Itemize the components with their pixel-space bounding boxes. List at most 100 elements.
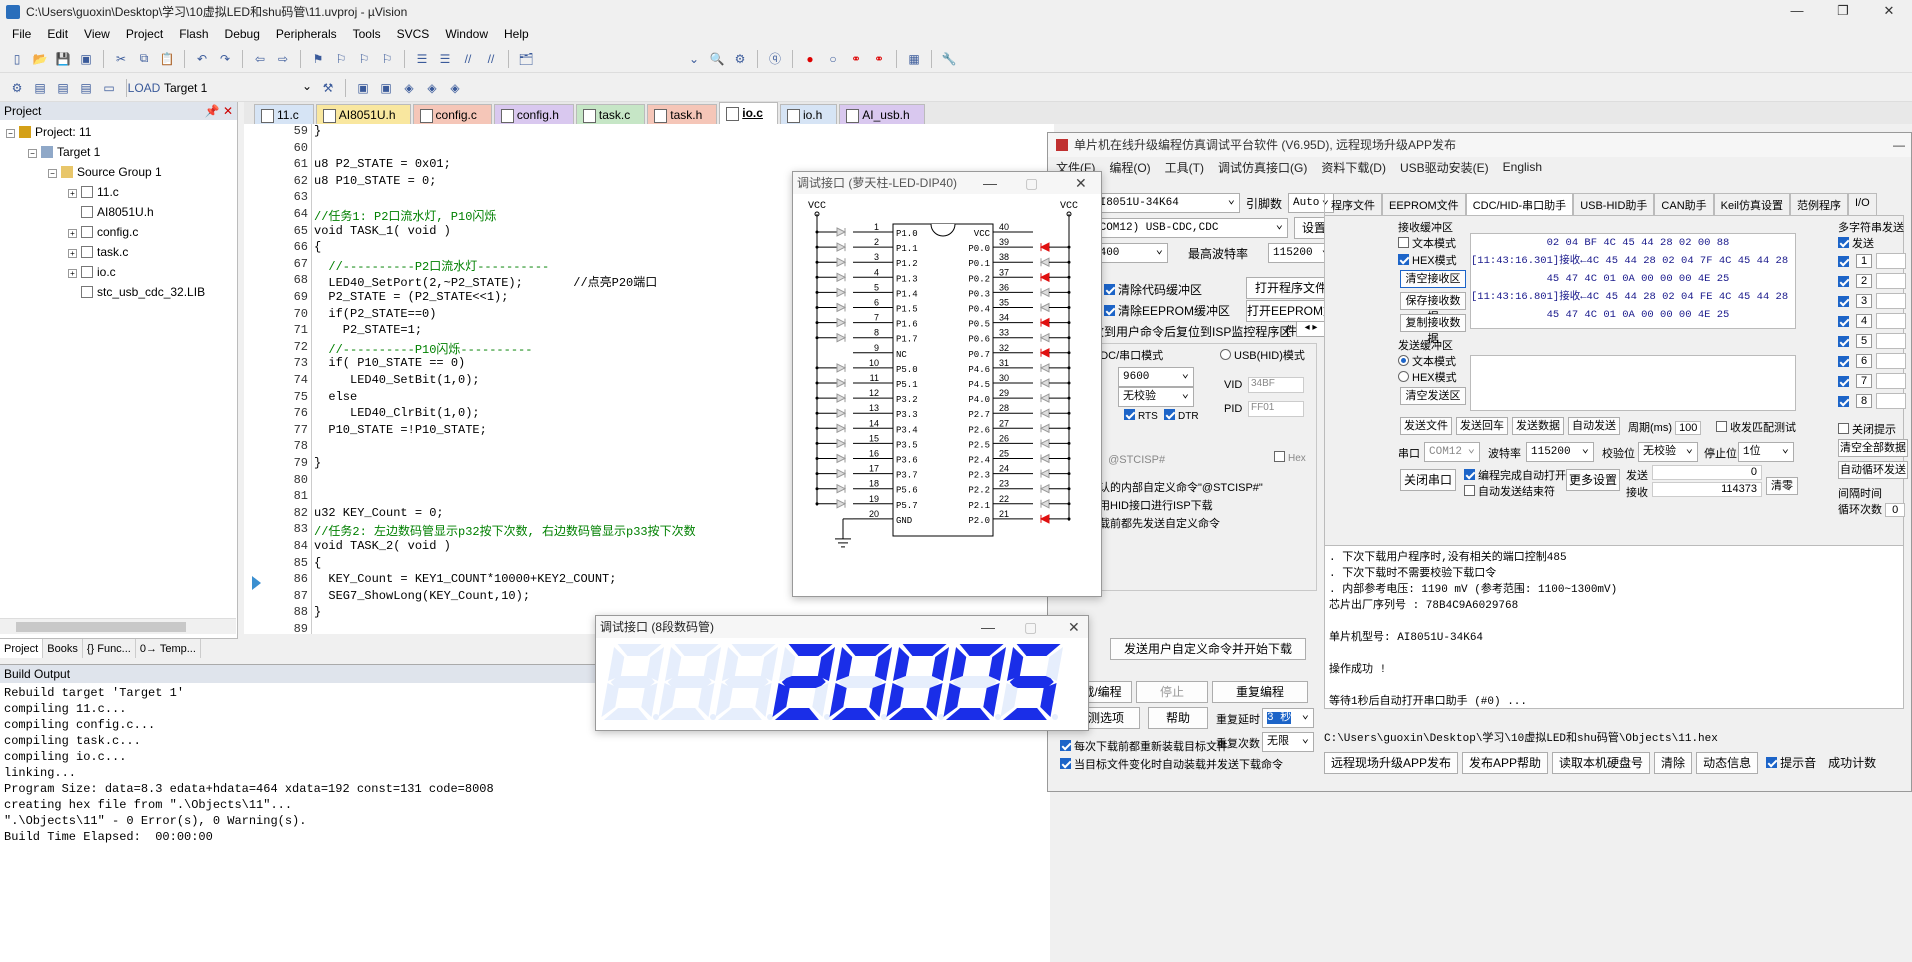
code-line[interactable]: } (314, 605, 321, 619)
isp-loop-count-field[interactable]: 0 (1885, 503, 1906, 517)
code-line[interactable]: } (314, 124, 321, 138)
collapse-icon[interactable]: − (28, 149, 37, 158)
file-tab[interactable]: task.c (575, 104, 646, 124)
open-program-file-button[interactable]: 打开程序文件 (1246, 277, 1336, 299)
isp-baud2-select[interactable]: 115200 (1526, 440, 1594, 462)
pin-icon[interactable]: 📌 (205, 104, 220, 118)
expand-icon[interactable]: + (68, 189, 77, 198)
isp-tab[interactable]: CDC/HID-串口助手 (1465, 193, 1574, 215)
code-line[interactable]: //任务1: P2口流水灯, P10闪烁 (314, 207, 496, 224)
isp-scroll-arrows[interactable]: ◂ ▸ (1296, 321, 1326, 337)
isp-bottom-button[interactable]: 发布APP帮助 (1462, 752, 1549, 774)
select-packs-icon[interactable]: ◈ (400, 79, 418, 97)
isp-menu-item[interactable]: USB驱动安装(E) (1400, 159, 1489, 176)
tree-file[interactable]: + config.c (0, 222, 237, 242)
nav-forward-icon[interactable]: ⇨ (274, 50, 292, 68)
multi-send-index[interactable]: 1 (1856, 254, 1872, 268)
debug-icon[interactable]: ⓠ (766, 50, 784, 68)
uncomment-icon[interactable]: // (482, 50, 500, 68)
send-file-button[interactable]: 发送文件 (1400, 417, 1452, 435)
isp-pid-field[interactable]: FF01 (1248, 401, 1304, 417)
isp-menu-item[interactable]: 编程(O) (1109, 159, 1150, 176)
tree-file[interactable]: + io.c (0, 262, 237, 282)
isp-tab[interactable]: CAN助手 (1654, 193, 1714, 215)
redo-icon[interactable]: ↷ (216, 50, 234, 68)
isp-mode2-radio[interactable]: USB(HID)模式 (1220, 347, 1305, 363)
multi-send-index[interactable]: 5 (1856, 334, 1872, 348)
checkbox-icon[interactable] (1838, 335, 1849, 347)
code-line[interactable]: //任务2: 左边数码管显示p32按下次数, 右边数码管显示p33按下次数 (314, 522, 696, 539)
multi-send-index[interactable]: 7 (1856, 374, 1872, 388)
isp-stop-select[interactable]: 1位 (1738, 440, 1794, 462)
save-icon[interactable]: 💾 (54, 50, 72, 68)
menu-item[interactable]: Peripherals (268, 27, 345, 41)
isp-bottom-button[interactable]: 动态信息 (1696, 752, 1759, 774)
isp-tab[interactable]: USB-HID助手 (1573, 193, 1655, 215)
code-line[interactable]: SEG7_ShowLong(KEY_Count,10); (314, 589, 530, 603)
paste-icon[interactable]: 📋 (158, 50, 176, 68)
multi-send-index[interactable]: 8 (1856, 394, 1872, 408)
code-line[interactable]: LED40_ClrBit(1,0); (314, 406, 480, 420)
isp-menu-item[interactable]: 调试仿真接口(G) (1218, 159, 1307, 176)
multi-send-index[interactable]: 3 (1856, 294, 1872, 308)
file-tab[interactable]: AI_usb.h (839, 104, 925, 124)
isp-parity2-select[interactable]: 无校验 (1638, 440, 1698, 462)
isp-bottom-button[interactable]: 清除 (1654, 752, 1693, 774)
code-line[interactable]: KEY_Count = KEY1_COUNT*10000+KEY2_COUNT; (314, 572, 616, 586)
isp-menu-item[interactable]: 工具(T) (1165, 159, 1204, 176)
open-eeprom-file-button[interactable]: 打开EEPROM文件 (1246, 300, 1336, 338)
clear-tx-button[interactable]: 清空发送区 (1400, 387, 1466, 405)
code-line[interactable]: //----------P2口流水灯---------- (314, 257, 549, 274)
tree-file[interactable]: +11.c (0, 182, 237, 202)
config-icon[interactable]: 🔧 (940, 50, 958, 68)
expand-icon[interactable]: + (68, 249, 77, 258)
minimize-button[interactable]: — (1774, 0, 1820, 23)
target-options-icon[interactable]: ⚒ (319, 79, 337, 97)
file-tab[interactable]: task.h (647, 104, 718, 124)
clear-rx-button[interactable]: 清空接收区 (1400, 270, 1466, 288)
code-line[interactable]: if(P2_STATE==0) (314, 307, 436, 321)
run-time-env-icon[interactable]: ◈ (423, 79, 441, 97)
clear-count-button[interactable]: 清零 (1766, 477, 1798, 495)
tree-source-group[interactable]: − Source Group 1 (0, 162, 237, 182)
tree-file[interactable]: AI8051U.h (0, 202, 237, 222)
code-line[interactable]: LED40_SetPort(2,~P2_STATE); //点亮P20端口 (314, 273, 657, 290)
file-tab[interactable]: config.c (412, 104, 492, 124)
checkbox-icon[interactable] (1838, 255, 1849, 267)
isp-clear-code-check[interactable]: 清除代码缓冲区 (1104, 281, 1202, 298)
seg-minimize-button[interactable]: — (981, 616, 995, 638)
chip-minimize-button[interactable]: — (983, 172, 997, 194)
incremental-find-icon[interactable]: ⚙ (731, 50, 749, 68)
code-line[interactable]: void TASK_1( void ) (314, 224, 451, 238)
stop-button[interactable]: 停止 (1136, 681, 1208, 703)
isp-parity-select[interactable]: 无校验 (1118, 385, 1194, 407)
multi-send-field[interactable] (1876, 333, 1906, 349)
breakpoint-kill-icon[interactable]: ⚭ (847, 50, 865, 68)
window-layout-icon[interactable]: ▦ (905, 50, 923, 68)
isp-mcu-select[interactable]: AI8051U-34K64 (1088, 191, 1240, 213)
breakpoint-all-icon[interactable]: ⚭ (870, 50, 888, 68)
isp-auto-end-check[interactable]: 自动发送结束符 (1464, 483, 1555, 499)
breakpoint-disable-icon[interactable]: ○ (824, 50, 842, 68)
tab-templates[interactable]: 0→ Temp... (136, 639, 201, 658)
rebuild-icon[interactable]: ▤ (54, 79, 72, 97)
isp-autoload-check[interactable]: 当目标文件变化时自动装载并发送下载命令 (1060, 756, 1283, 772)
pack-installer-icon[interactable]: ◈ (446, 79, 464, 97)
isp-port-select[interactable]: (COM12) USB-CDC,CDC (1088, 216, 1288, 238)
maximize-button[interactable]: ❐ (1820, 0, 1866, 23)
checkbox-icon[interactable] (1838, 395, 1849, 407)
isp-minimize-button[interactable]: — (1893, 133, 1905, 157)
isp-period-field[interactable]: 100 (1675, 421, 1702, 435)
comment-icon[interactable]: // (459, 50, 477, 68)
isp-multi-send-check[interactable]: 发送 (1838, 235, 1874, 251)
isp-hex-check[interactable]: Hex (1274, 451, 1306, 464)
undo-icon[interactable]: ↶ (193, 50, 211, 68)
multi-send-index[interactable]: 2 (1856, 274, 1872, 288)
find-icon[interactable]: 🔍 (708, 50, 726, 68)
isp-rts-check[interactable]: RTS (1124, 409, 1158, 422)
isp-bottom-button[interactable]: 远程现场升级APP发布 (1324, 752, 1459, 774)
menu-item[interactable]: Project (118, 27, 171, 41)
isp-match-check[interactable]: 收发匹配测试 (1716, 419, 1796, 435)
collapse-icon[interactable]: − (48, 169, 57, 178)
multi-send-field[interactable] (1876, 273, 1906, 289)
